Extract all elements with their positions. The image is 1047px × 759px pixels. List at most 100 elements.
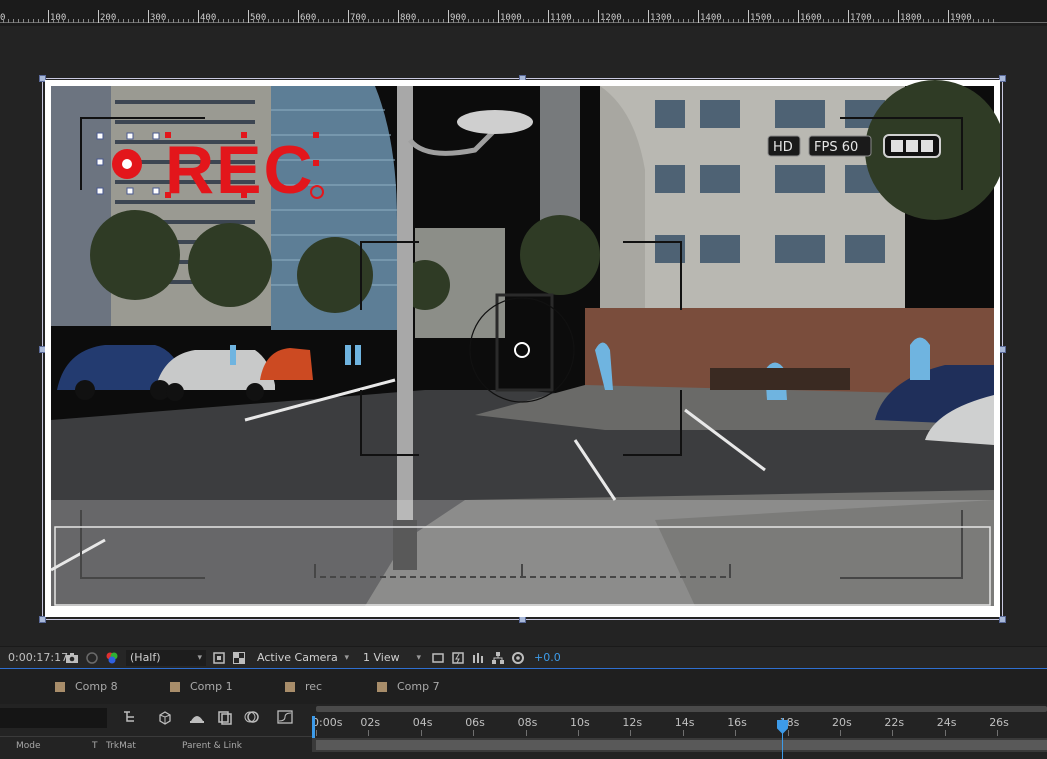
ruler-minor-tick	[968, 19, 969, 23]
ruler-minor-tick	[128, 19, 129, 23]
ruler-minor-tick	[783, 19, 784, 23]
ruler-minor-tick	[483, 19, 484, 23]
work-area-start-handle[interactable]	[312, 716, 315, 738]
ruler-minor-tick	[463, 19, 464, 23]
ruler-minor-tick	[838, 19, 839, 23]
ruler-minor-tick	[678, 19, 679, 23]
graph-editor-icon[interactable]	[276, 709, 294, 725]
time-ruler[interactable]: 0:00s 02s 04s 06s 08s 10s 12s 14s 16s 18s 20s 22s 24…	[312, 704, 1047, 738]
frame-blending-icon[interactable]	[216, 709, 234, 725]
lamp-post	[397, 86, 413, 556]
camera-view-dropdown[interactable]: Active Camera ▾	[253, 650, 353, 666]
ruler-minor-tick	[143, 19, 144, 23]
ruler-minor-tick	[343, 19, 344, 23]
ruler-minor-tick	[988, 19, 989, 23]
camera-snapshot-icon[interactable]	[65, 651, 79, 665]
transform-handle-br[interactable]	[999, 616, 1006, 623]
ruler-minor-tick	[778, 19, 779, 23]
tab-rec[interactable]: rec	[285, 680, 322, 693]
ruler-minor-tick	[53, 19, 54, 23]
ruler-minor-tick	[308, 19, 309, 23]
transform-handle-mr[interactable]	[999, 346, 1006, 353]
ruler-minor-tick	[223, 19, 224, 23]
ruler-minor-tick	[333, 19, 334, 23]
time-tick	[316, 730, 317, 736]
ruler-minor-tick	[918, 19, 919, 23]
ruler-major-tick	[848, 10, 849, 23]
composition-mini-flowchart-icon[interactable]	[122, 709, 140, 725]
column-t[interactable]: T	[92, 741, 98, 751]
ruler-minor-tick	[593, 19, 594, 23]
ruler-minor-tick	[478, 19, 479, 23]
toggle-pixel-aspect-icon[interactable]	[431, 651, 445, 665]
transparency-grid-icon[interactable]	[232, 651, 246, 665]
ruler-minor-tick	[958, 19, 959, 23]
flowchart-icon[interactable]	[491, 651, 505, 665]
region-of-interest-icon[interactable]	[212, 651, 226, 665]
transform-handle-bm[interactable]	[519, 616, 526, 623]
ruler-minor-tick	[953, 19, 954, 23]
shy-layers-icon[interactable]	[188, 709, 206, 725]
color-channels-icon[interactable]	[105, 651, 119, 665]
time-navigator[interactable]	[316, 706, 1047, 712]
ruler-minor-tick	[428, 19, 429, 23]
ruler-minor-tick	[133, 19, 134, 23]
ruler-minor-tick	[573, 19, 574, 23]
show-snapshot-icon[interactable]	[85, 651, 99, 665]
ruler-minor-tick	[238, 19, 239, 23]
ruler-minor-tick	[543, 19, 544, 23]
current-timecode[interactable]: 0:00:17:17	[0, 651, 68, 664]
composition-tabs: Comp 8 Comp 1 rec Comp 7	[0, 668, 1047, 704]
transform-handle-bl[interactable]	[39, 616, 46, 623]
column-mode[interactable]: Mode	[16, 741, 41, 751]
composition-frame[interactable]: REC HD FPS 60	[45, 80, 1000, 617]
tab-comp-1[interactable]: Comp 1	[170, 680, 233, 693]
ruler-minor-tick	[123, 19, 124, 23]
ruler-minor-tick	[368, 19, 369, 23]
viewer-toolbar: 0:00:17:17 (Half) ▾ Active Camera ▾ 1 Vi…	[0, 646, 1047, 668]
composition-viewer[interactable]: REC HD FPS 60	[0, 26, 1047, 646]
ruler-minor-tick	[888, 19, 889, 23]
ruler-minor-tick	[628, 19, 629, 23]
ruler-major-tick	[248, 10, 249, 23]
layer-search-input[interactable]	[0, 708, 107, 728]
fast-previews-icon[interactable]	[451, 651, 465, 665]
ruler-minor-tick	[353, 19, 354, 23]
work-area-bar[interactable]	[312, 738, 1047, 752]
ruler-minor-tick	[38, 19, 39, 23]
camera-view-value: Active Camera	[257, 651, 338, 664]
ruler-minor-tick	[633, 19, 634, 23]
ruler-minor-tick	[373, 19, 374, 23]
ruler-major-tick	[748, 10, 749, 23]
ruler-minor-tick	[313, 19, 314, 23]
reset-exposure-icon[interactable]	[511, 651, 525, 665]
motion-blur-icon[interactable]	[243, 709, 261, 725]
ruler-minor-tick	[828, 19, 829, 23]
ruler-minor-tick	[928, 19, 929, 23]
work-area-range[interactable]	[316, 740, 1047, 750]
ruler-minor-tick	[738, 19, 739, 23]
ruler-minor-tick	[158, 19, 159, 23]
view-layout-dropdown[interactable]: 1 View ▾	[359, 650, 425, 666]
tab-comp-8[interactable]: Comp 8	[55, 680, 118, 693]
tab-comp-7[interactable]: Comp 7	[377, 680, 440, 693]
ruler-minor-tick	[883, 19, 884, 23]
ruler-minor-tick	[773, 19, 774, 23]
column-trkmat[interactable]: TrkMat	[106, 741, 136, 751]
time-label: 02s	[360, 716, 381, 729]
ruler-major-tick	[98, 10, 99, 23]
tab-label: Comp 8	[75, 680, 118, 693]
resolution-dropdown[interactable]: (Half) ▾	[126, 649, 206, 666]
exposure-value[interactable]: +0.0	[534, 651, 561, 664]
rec-label: REC	[165, 132, 315, 208]
column-parent-link[interactable]: Parent & Link	[182, 741, 242, 751]
ruler-major-tick	[948, 10, 949, 23]
timeline-icon[interactable]	[471, 651, 485, 665]
time-label: 12s	[622, 716, 643, 729]
ruler-minor-tick	[813, 19, 814, 23]
time-tick	[368, 730, 370, 736]
draft-3d-icon[interactable]	[156, 709, 174, 725]
transform-handle-tr[interactable]	[999, 75, 1006, 82]
ruler-minor-tick	[213, 19, 214, 23]
comp-color-swatch	[377, 681, 387, 692]
